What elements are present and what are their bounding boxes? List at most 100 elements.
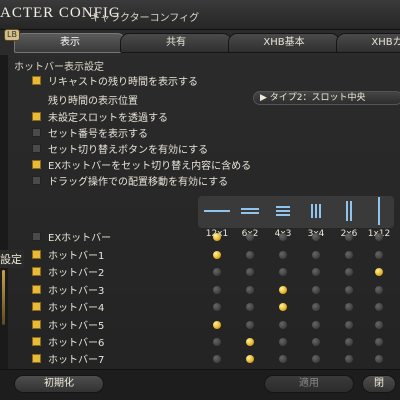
layout-12x1[interactable]: 12x1 [202, 196, 232, 239]
tab-shared[interactable]: 共有 [120, 33, 232, 53]
checkbox[interactable] [32, 231, 41, 241]
layout-3x4-icon [301, 196, 331, 226]
tab-xhb-custom[interactable]: XHBカス [336, 33, 400, 53]
tab-xhb-basic[interactable]: XHB基本 [228, 33, 340, 53]
hotbar-row-4[interactable]: ホットバー4 [32, 299, 105, 314]
layout-radio-dot[interactable] [345, 303, 353, 311]
checkbox[interactable] [32, 319, 41, 329]
layout-radio-dot[interactable] [375, 251, 383, 259]
checkbox[interactable] [32, 143, 41, 153]
hotbar-row-1[interactable]: ホットバー1 [32, 247, 104, 262]
layout-radio-dot[interactable] [375, 233, 383, 241]
checkbox[interactable] [32, 353, 41, 363]
hotbar-row-6[interactable]: ホットバー6 [32, 334, 105, 349]
layout-radio-dot[interactable] [279, 338, 287, 346]
window-subtitle: キャラクターコンフィグ [90, 13, 200, 24]
layout-radio-dot[interactable] [312, 233, 320, 241]
layout-radio-dot[interactable] [213, 338, 221, 346]
tab-switch-lb-icon[interactable]: LB [4, 29, 20, 41]
layout-radio-dot[interactable] [375, 338, 383, 346]
option-include-ex-hotbar[interactable]: EXホットバーをセット切り替え内容に含める [32, 157, 251, 172]
layout-1x12[interactable]: 1x12 [364, 196, 394, 239]
layout-radio-dot[interactable] [312, 338, 320, 346]
layout-radio-dot[interactable] [345, 355, 353, 363]
layout-radio-dot[interactable] [345, 321, 353, 329]
layout-radio-dot[interactable] [246, 268, 254, 276]
hotbar-row-5[interactable]: ホットバー5 [32, 317, 104, 332]
layout-radio-dot[interactable] [213, 321, 221, 329]
close-button[interactable]: 閉 [362, 375, 396, 393]
layout-radio-dot[interactable] [213, 286, 221, 294]
checkbox[interactable] [32, 175, 41, 185]
layout-radio-dot[interactable] [279, 355, 287, 363]
hotbar-row-ex[interactable]: EXホットバー [32, 229, 111, 244]
reset-button[interactable]: 初期化 [14, 375, 104, 393]
layout-radio-dot[interactable] [345, 233, 353, 241]
tab-display[interactable]: 表示 [14, 33, 126, 53]
layout-radio-dot[interactable] [246, 303, 254, 311]
checkbox[interactable] [32, 301, 41, 311]
hotbar-row-7[interactable]: ホットバー7 [32, 351, 104, 366]
checkbox[interactable] [32, 159, 41, 169]
checkbox[interactable] [32, 284, 41, 294]
layout-radio-dot[interactable] [279, 286, 287, 294]
hotbar-row-3[interactable]: ホットバー3 [32, 282, 104, 297]
layout-radio-dot[interactable] [246, 321, 254, 329]
title-bar: ACTER CONFIG キャラクターコンフィグ [0, 0, 400, 30]
layout-radio-dot[interactable] [312, 286, 320, 294]
layout-radio-dot[interactable] [375, 268, 383, 276]
layout-radio-dot[interactable] [312, 321, 320, 329]
footer-bar: 初期化 適用 閉 [0, 369, 400, 400]
hotbar-label: ホットバー6 [48, 337, 105, 349]
layout-radio-dot[interactable] [279, 251, 287, 259]
layout-radio-dot[interactable] [375, 286, 383, 294]
layout-radio-dot[interactable] [246, 233, 254, 241]
layout-radio-dot[interactable] [312, 251, 320, 259]
layout-radio-dot[interactable] [246, 286, 254, 294]
hotbar-label: ホットバー4 [48, 302, 105, 314]
remaining-time-position-dropdown[interactable]: ▶ タイプ2：スロット中央 [253, 91, 400, 105]
option-drag-move[interactable]: ドラッグ操作での配置移動を有効にする [32, 173, 228, 188]
option-transparent-slots[interactable]: 未設定スロットを透過する [32, 109, 168, 124]
layout-radio-dot[interactable] [279, 303, 287, 311]
layout-radio-dot[interactable] [345, 338, 353, 346]
layout-radio-dot[interactable] [312, 268, 320, 276]
checkbox[interactable] [32, 75, 41, 85]
layout-radio-dot[interactable] [375, 321, 383, 329]
layout-radio-dot[interactable] [375, 303, 383, 311]
layout-radio-dot[interactable] [279, 268, 287, 276]
layout-radio-dot[interactable] [312, 355, 320, 363]
apply-button[interactable]: 適用 [264, 375, 354, 393]
option-label: 未設定スロットを透過する [48, 112, 168, 124]
layout-6x2-icon [235, 196, 265, 226]
checkbox[interactable] [32, 111, 41, 121]
layout-6x2[interactable]: 6x2 [235, 196, 265, 239]
layout-radio-dot[interactable] [213, 233, 221, 241]
layout-radio-dot[interactable] [345, 268, 353, 276]
layout-radio-dot[interactable] [279, 233, 287, 241]
checkbox[interactable] [32, 127, 41, 137]
option-set-switch-button[interactable]: セット切り替えボタンを有効にする [32, 141, 208, 156]
layout-radio-dot[interactable] [345, 286, 353, 294]
layout-radio-dot[interactable] [312, 303, 320, 311]
layout-radio-dot[interactable] [246, 251, 254, 259]
layout-4x3[interactable]: 4x3 [268, 196, 298, 239]
checkbox[interactable] [32, 266, 41, 276]
option-recast-time[interactable]: リキャストの残り時間を表示する [32, 73, 198, 88]
layout-radio-dot[interactable] [213, 355, 221, 363]
checkbox[interactable] [32, 336, 41, 346]
checkbox[interactable] [32, 249, 41, 259]
layout-radio-dot[interactable] [345, 251, 353, 259]
layout-radio-dot[interactable] [213, 303, 221, 311]
layout-radio-dot[interactable] [246, 355, 254, 363]
hotbar-row-2[interactable]: ホットバー2 [32, 264, 104, 279]
layout-radio-dot[interactable] [375, 355, 383, 363]
layout-radio-dot[interactable] [213, 268, 221, 276]
layout-3x4[interactable]: 3x4 [301, 196, 331, 239]
layout-radio-dot[interactable] [213, 251, 221, 259]
option-show-set-number[interactable]: セット番号を表示する [32, 125, 148, 140]
layout-radio-dot[interactable] [279, 321, 287, 329]
section-title: ホットバー表示設定 [14, 62, 104, 73]
layout-radio-dot[interactable] [246, 338, 254, 346]
tab-bar: 表示 共有 XHB基本 XHBカス [0, 33, 400, 53]
